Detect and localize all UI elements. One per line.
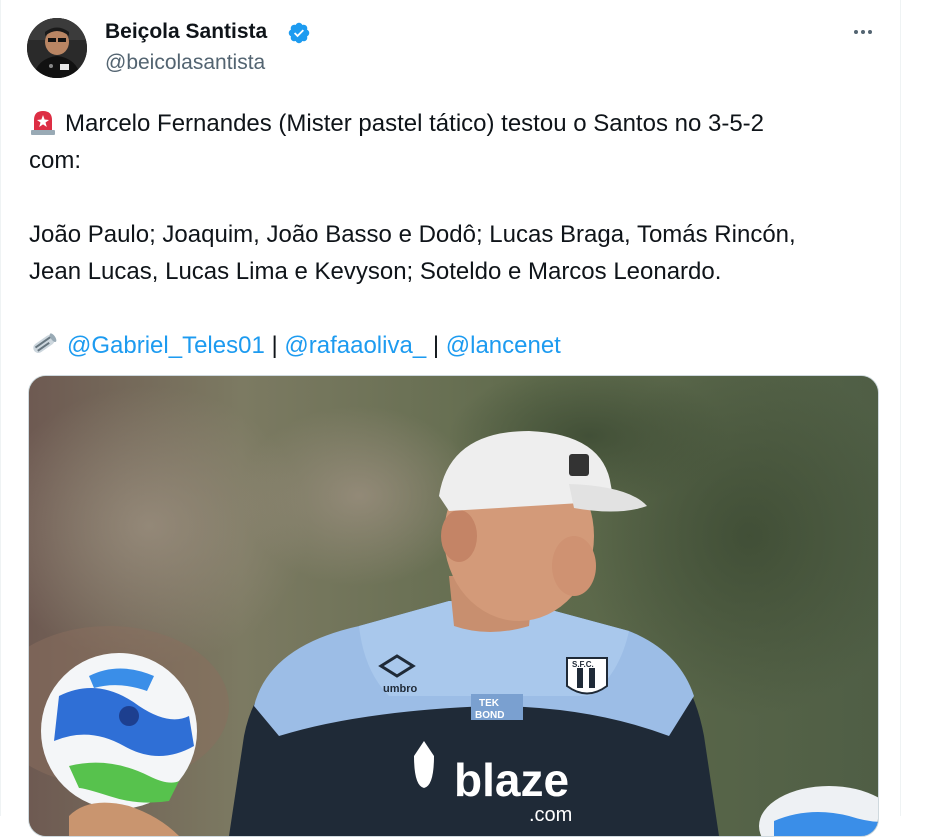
author-name[interactable]: Beiçola Santista [105, 20, 267, 44]
tweet-line-3: João Paulo; Joaquim, João Basso e Dodô; … [29, 221, 796, 248]
verified-badge-icon [288, 22, 310, 44]
mention-link[interactable]: @Gabriel_Teles01 [67, 332, 265, 359]
tweet-media-photo[interactable]: umbro S.F.C. TEK BOND blaze .com [28, 375, 879, 837]
left-divider [0, 0, 1, 816]
author-handle[interactable]: @beicolasantista [105, 51, 265, 75]
more-dot-icon [854, 30, 858, 34]
tweet-line-1: Marcelo Fernandes (Mister pastel tático)… [29, 105, 889, 142]
tweet-text: Marcelo Fernandes (Mister pastel tático)… [29, 105, 889, 364]
shirt-sponsor: blaze [454, 754, 569, 806]
more-options-button[interactable] [848, 20, 878, 44]
tweet-mentions-line: @Gabriel_Teles01 | @rafaaoliva_ | @lance… [29, 327, 889, 364]
more-dot-icon [861, 30, 865, 34]
author-avatar[interactable] [27, 18, 87, 78]
tweet-line-1-text: Marcelo Fernandes (Mister pastel tático)… [65, 110, 764, 137]
mention-separator: | [432, 332, 440, 359]
more-dot-icon [868, 30, 872, 34]
tweet-line-2: com: [29, 147, 82, 174]
newspaper-icon [33, 333, 57, 354]
siren-icon [31, 111, 55, 135]
crest-text: S.F.C. [572, 660, 594, 669]
tweet-line-4: Jean Lucas, Lucas Lima e Kevyson; Soteld… [29, 258, 722, 285]
mention-separator: | [271, 332, 278, 359]
patch-text-1: TEK [479, 698, 500, 709]
mention-link[interactable]: @lancenet [446, 332, 561, 359]
shirt-sponsor-suffix: .com [529, 804, 572, 826]
sleeve-logo-text: umbro [383, 683, 418, 695]
coach-photo: umbro S.F.C. TEK BOND blaze .com [29, 376, 878, 836]
mention-link[interactable]: @rafaaoliva_ [284, 332, 426, 359]
patch-text-2: BOND [475, 710, 504, 721]
right-divider [900, 0, 901, 816]
tweet[interactable]: Beiçola Santista @beicolasantista Marcel… [0, 0, 926, 837]
